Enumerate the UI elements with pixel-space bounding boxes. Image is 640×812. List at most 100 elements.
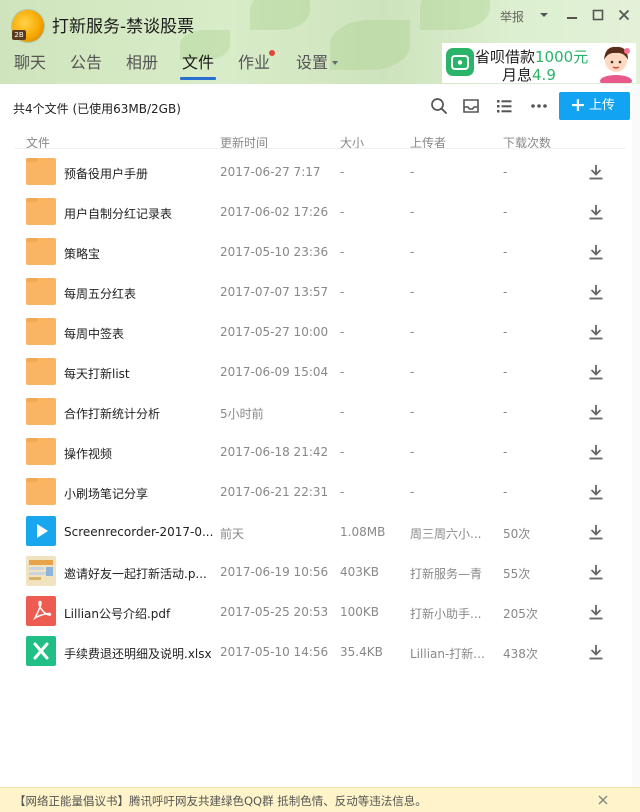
storage-summary: 共4个文件 (已使用63MB/2GB) xyxy=(13,102,181,116)
ad-banner[interactable]: 省呗借款1000元 月息4.9 xyxy=(442,43,636,84)
file-row[interactable]: 邀请好友一起打新活动.p... 2017-06-19 10:56 403KB 打新服务… xyxy=(14,552,626,592)
download-icon[interactable] xyxy=(586,522,606,542)
file-uploader: - xyxy=(410,485,415,499)
file-name[interactable]: 用户自制分红记录表 xyxy=(64,205,214,222)
report-button[interactable]: 举报 xyxy=(500,8,524,25)
file-uploader: 打新小助手... xyxy=(410,607,482,621)
file-updated-time: 2017-05-27 10:00 xyxy=(220,325,329,339)
tab-chat[interactable]: 聊天 xyxy=(14,50,46,80)
file-uploader: - xyxy=(410,445,415,459)
file-row[interactable]: 策略宝 2017-05-10 23:36- - - xyxy=(14,232,626,272)
file-uploader: - xyxy=(410,245,415,259)
download-icon[interactable] xyxy=(586,202,606,222)
file-download-count: 438次 xyxy=(503,647,538,661)
file-size: 35.4KB xyxy=(340,645,383,659)
file-name[interactable]: 操作视频 xyxy=(64,445,214,462)
files-panel: 共4个文件 (已使用63MB/2GB) + 上传 文件 更新时间 大小 上传者 … xyxy=(0,84,640,787)
upload-button[interactable]: + 上传 xyxy=(559,92,630,120)
file-name[interactable]: 小刷场笔记分享 xyxy=(64,485,214,502)
file-download-count: - xyxy=(503,165,508,179)
tab-homework[interactable]: 作业 xyxy=(238,50,275,80)
file-row[interactable]: 每周中签表 2017-05-27 10:00- - - xyxy=(14,312,626,352)
notification-dot xyxy=(269,50,275,56)
search-icon[interactable] xyxy=(429,96,449,116)
ad-subline: 月息4.9 xyxy=(502,64,556,84)
file-name[interactable]: 手续费退还明细及说明.xlsx xyxy=(64,645,214,662)
file-name[interactable]: 策略宝 xyxy=(64,245,214,262)
tab-label: 公告 xyxy=(70,53,103,72)
file-size: - xyxy=(340,285,345,299)
download-icon[interactable] xyxy=(586,402,606,422)
download-icon[interactable] xyxy=(586,482,606,502)
file-name[interactable]: 每天打新list xyxy=(64,365,214,382)
close-icon[interactable] xyxy=(615,6,633,24)
cartoon-girl-icon xyxy=(600,46,632,83)
file-uploader: - xyxy=(410,325,415,339)
file-uploader: - xyxy=(410,405,415,419)
tab-label: 设置 xyxy=(296,53,329,72)
file-row[interactable]: 合作打新统计分析 5小时前 - - - xyxy=(14,392,626,432)
header-background-leaf xyxy=(330,20,410,70)
dropdown-chevron-icon[interactable] xyxy=(535,6,553,24)
file-size: - xyxy=(340,325,345,339)
download-icon[interactable] xyxy=(586,442,606,462)
notice-text[interactable]: 【网络正能量倡议书】腾讯呼吁网友共建绿色QQ群 抵制色情、反动等违法信息。 xyxy=(14,793,427,809)
file-download-count: - xyxy=(503,325,508,339)
file-row[interactable]: 每周五分红表 2017-07-07 13:57- - - xyxy=(14,272,626,312)
tab-announcement[interactable]: 公告 xyxy=(70,50,102,80)
window-header: 2B 打新服务-禁谈股票 举报 聊天 公告 相册 文件 作业 设置 省呗借款10… xyxy=(0,0,640,84)
file-row[interactable]: 小刷场笔记分享 2017-06-21 22:31- - - xyxy=(14,472,626,512)
tab-label: 聊天 xyxy=(14,53,47,72)
minimize-icon[interactable] xyxy=(563,6,581,24)
file-row[interactable]: 每天打新list 2017-06-09 15:04- - - xyxy=(14,352,626,392)
file-row[interactable]: 操作视频 2017-06-18 21:42- - - xyxy=(14,432,626,472)
file-size: 403KB xyxy=(340,565,380,579)
download-icon[interactable] xyxy=(586,322,606,342)
file-name[interactable]: 每周五分红表 xyxy=(64,285,214,302)
tab-settings[interactable]: 设置 xyxy=(296,50,338,80)
maximize-icon[interactable] xyxy=(589,6,607,24)
scrollbar-track[interactable] xyxy=(632,84,640,787)
download-icon[interactable] xyxy=(586,642,606,662)
header-background-leaf xyxy=(250,0,310,30)
file-updated-time: 2017-06-02 17:26 xyxy=(220,205,329,219)
more-icon[interactable] xyxy=(529,96,549,116)
plus-icon: + xyxy=(570,94,586,116)
download-icon[interactable] xyxy=(586,362,606,382)
file-uploader: - xyxy=(410,205,415,219)
download-icon[interactable] xyxy=(586,242,606,262)
download-icon[interactable] xyxy=(586,282,606,302)
file-updated-time: 2017-07-07 13:57 xyxy=(220,285,329,299)
file-row[interactable]: 用户自制分红记录表 2017-06-02 17:26- - - xyxy=(14,192,626,232)
tab-files[interactable]: 文件 xyxy=(180,50,217,80)
close-notice-icon[interactable] xyxy=(597,794,609,806)
file-name[interactable]: 合作打新统计分析 xyxy=(64,405,214,422)
file-name[interactable]: 邀请好友一起打新活动.p... xyxy=(64,565,214,582)
file-updated-time: 2017-05-10 23:36 xyxy=(220,245,329,259)
file-size: - xyxy=(340,485,345,499)
file-name[interactable]: Screenrecorder-2017-0... xyxy=(64,525,214,539)
tab-label: 作业 xyxy=(238,53,271,72)
download-icon[interactable] xyxy=(586,562,606,582)
file-updated-time: 2017-06-19 10:56 xyxy=(220,565,329,579)
settings-dropdown-icon xyxy=(332,61,338,65)
list-view-icon[interactable] xyxy=(494,96,514,116)
download-icon[interactable] xyxy=(586,602,606,622)
file-size: 100KB xyxy=(340,605,380,619)
file-size: - xyxy=(340,445,345,459)
file-row[interactable]: 预备役用户手册 2017-06-27 7:17 - - - xyxy=(14,152,626,192)
file-name[interactable]: 预备役用户手册 xyxy=(64,165,214,182)
group-title: 打新服务-禁谈股票 xyxy=(52,17,195,37)
file-row[interactable]: 手续费退还明细及说明.xlsx 2017-05-10 14:56 35.4KB Lil… xyxy=(14,632,626,672)
tab-album[interactable]: 相册 xyxy=(126,50,158,80)
file-row[interactable]: Lillian公号介绍.pdf 2017-05-25 20:53 100KB 打新小助… xyxy=(14,592,626,632)
file-name[interactable]: Lillian公号介绍.pdf xyxy=(64,605,214,622)
ad-app-icon xyxy=(446,48,474,76)
file-download-count: - xyxy=(503,445,508,459)
inbox-icon[interactable] xyxy=(461,96,481,116)
file-name[interactable]: 每周中签表 xyxy=(64,325,214,342)
file-row[interactable]: Screenrecorder-2017-0... 前天 1.08MB 周三周六小...… xyxy=(14,512,626,552)
upload-button-label: 上传 xyxy=(589,98,616,113)
download-icon[interactable] xyxy=(586,162,606,182)
file-download-count: 55次 xyxy=(503,567,531,581)
